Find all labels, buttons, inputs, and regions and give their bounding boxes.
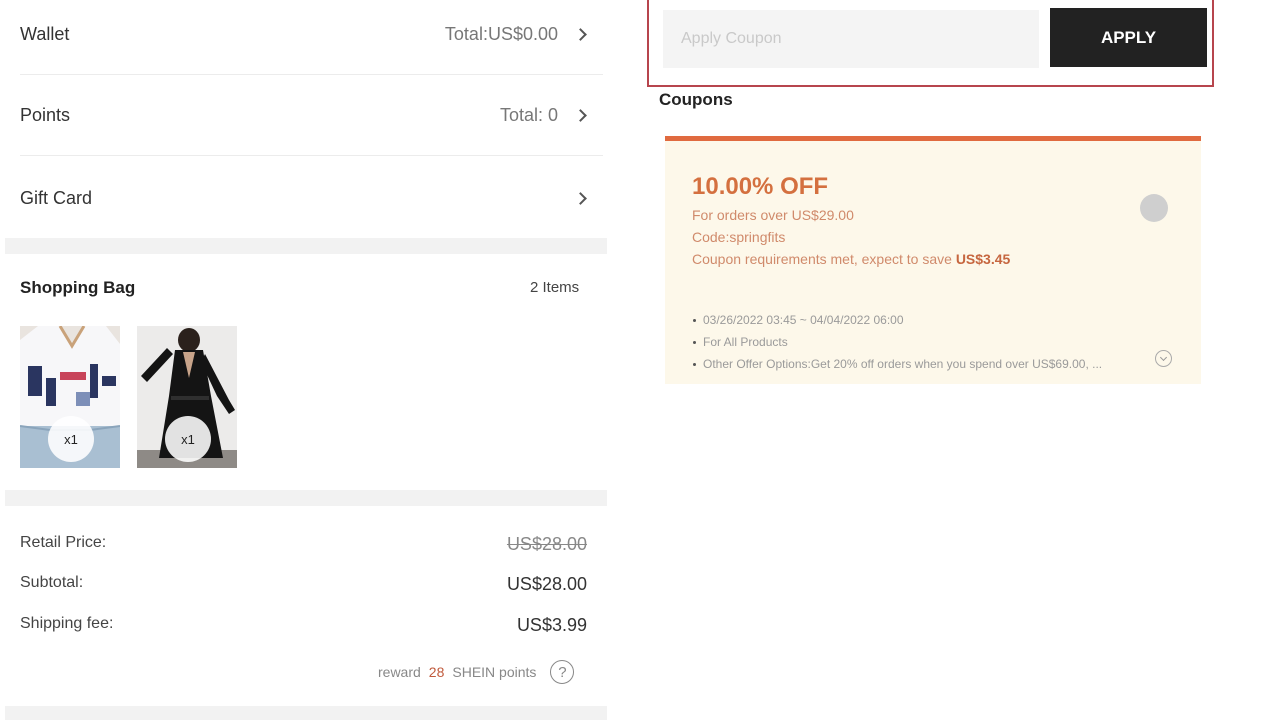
shopping-bag-title: Shopping Bag [20, 278, 136, 297]
product-thumbnail[interactable]: x1 [20, 326, 120, 468]
chevron-right-icon [574, 28, 587, 41]
section-divider [5, 490, 607, 506]
item-quantity-badge: x1 [165, 416, 211, 462]
retail-price-label: Retail Price: [20, 534, 107, 551]
reward-points-value: 28 [428, 664, 445, 680]
coupon-save-amount: US$3.45 [955, 251, 1011, 267]
coupon-details-list: 03/26/2022 03:45 ~ 04/04/2022 06:00 For … [693, 309, 1163, 375]
section-divider [5, 706, 607, 720]
item-quantity-badge: x1 [48, 416, 94, 462]
coupon-scope: For All Products [693, 331, 1163, 353]
coupon-validity: 03/26/2022 03:45 ~ 04/04/2022 06:00 [693, 309, 1163, 331]
section-divider [5, 238, 607, 254]
retail-price-row: Retail Price: US$28.00 [20, 534, 587, 555]
coupons-section-title: Coupons [659, 90, 733, 109]
coupon-condition: For orders over US$29.00 [692, 207, 854, 223]
reward-prefix: reward [378, 664, 421, 680]
help-icon[interactable]: ? [550, 660, 575, 684]
coupon-discount: 10.00% OFF [692, 173, 829, 200]
subtotal-label: Subtotal: [20, 574, 84, 591]
points-total: Total: 0 [499, 105, 558, 125]
subtotal-row: Subtotal: US$28.00 [20, 574, 587, 595]
shopping-bag-count: 2 Items [530, 279, 580, 296]
wallet-total: Total:US$0.00 [444, 24, 558, 44]
coupon-card[interactable]: 10.00% OFF For orders over US$29.00 Code… [665, 136, 1201, 384]
reward-suffix: SHEIN points [452, 664, 537, 680]
order-left-panel: Wallet Total:US$0.00 Points Total: 0 Gif… [0, 0, 610, 720]
coupon-entry-box: APPLY [647, 0, 1214, 87]
wallet-label: Wallet [20, 24, 70, 44]
coupon-code-input[interactable] [663, 10, 1039, 68]
coupon-status: Coupon requirements met, expect to save … [692, 251, 1010, 267]
coupon-code: Code:springfits [692, 229, 786, 245]
coupon-select-radio[interactable] [1140, 194, 1168, 222]
coupon-other-offers: Other Offer Options:Get 20% off orders w… [693, 353, 1163, 375]
subtotal-value: US$28.00 [506, 574, 587, 594]
chevron-right-icon [574, 191, 587, 205]
product-thumbnail[interactable]: x1 [137, 326, 237, 468]
shipping-fee-label: Shipping fee: [20, 615, 114, 632]
shipping-fee-value: US$3.99 [516, 615, 587, 635]
chevron-right-icon [574, 109, 587, 122]
apply-coupon-button[interactable]: APPLY [1050, 8, 1207, 67]
coupon-status-text: Coupon requirements met, expect to save [692, 251, 952, 267]
points-row[interactable]: Points Total: 0 [20, 76, 603, 156]
points-label: Points [20, 105, 71, 125]
gift-card-label: Gift Card [20, 187, 93, 208]
wallet-row[interactable]: Wallet Total:US$0.00 [20, 0, 603, 75]
expand-details-icon[interactable] [1155, 350, 1172, 367]
gift-card-row[interactable]: Gift Card [20, 158, 603, 238]
retail-price-value: US$28.00 [506, 534, 587, 554]
reward-points-note: reward 28 SHEIN points ? [378, 660, 575, 684]
shipping-fee-row: Shipping fee: US$3.99 [20, 615, 587, 636]
